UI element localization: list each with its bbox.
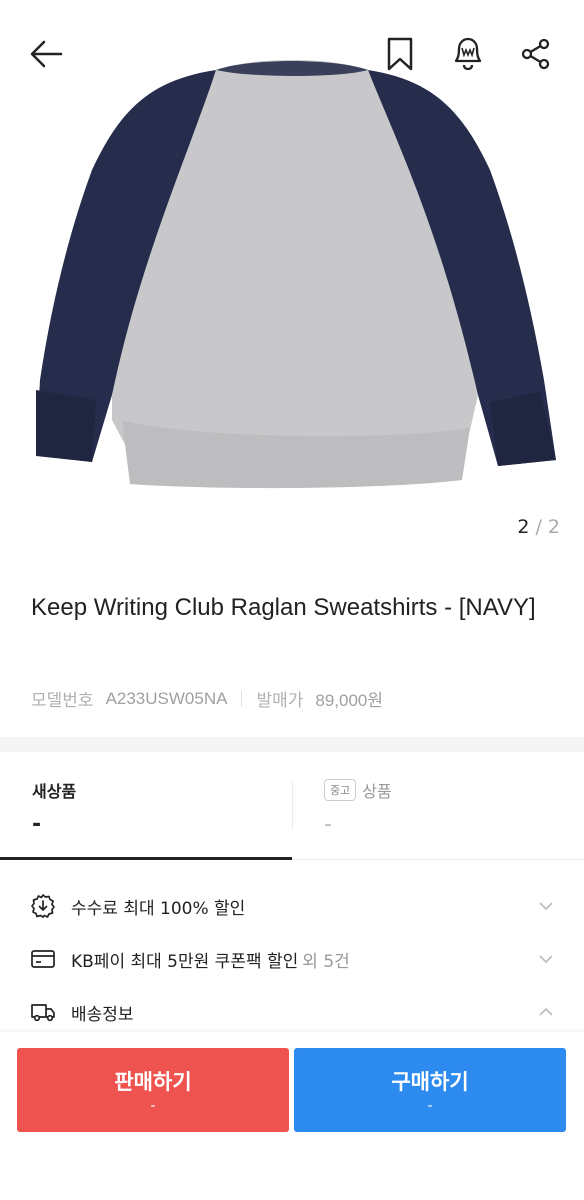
info-row-kbpay[interactable]: KB페이 최대 5만원 쿠폰팩 할인 외 5건 bbox=[0, 933, 584, 985]
tab-used-product[interactable]: 중고 상품 - bbox=[292, 752, 584, 860]
info-row-text: 수수료 최대 100% 할인 bbox=[71, 894, 245, 919]
release-price-value: 89,000원 bbox=[315, 691, 384, 710]
release-price-label: 발매가 bbox=[256, 691, 304, 710]
price-alert-bell-icon[interactable] bbox=[448, 34, 488, 74]
sell-button[interactable]: 판매하기 - bbox=[17, 1048, 289, 1132]
image-current: 2 bbox=[517, 516, 530, 538]
tab-used-price: - bbox=[324, 812, 332, 837]
share-icon[interactable] bbox=[516, 34, 556, 74]
chevron-down-icon bbox=[539, 902, 553, 911]
chevron-up-icon bbox=[539, 1007, 553, 1016]
bookmark-icon[interactable] bbox=[380, 34, 420, 74]
info-row-text: KB페이 최대 5만원 쿠폰팩 할인 외 5건 bbox=[71, 947, 350, 972]
model-number-value: A233USW05NA bbox=[105, 688, 228, 708]
tab-new-price: - bbox=[32, 812, 42, 837]
sell-button-price: - bbox=[150, 1098, 156, 1114]
fee-discount-text: 수수료 최대 100% 할인 bbox=[71, 898, 246, 919]
active-tab-indicator bbox=[0, 857, 292, 860]
back-arrow-icon[interactable] bbox=[26, 34, 66, 74]
tab-used-label-group: 중고 상품 bbox=[324, 778, 392, 802]
image-total: 2 bbox=[547, 516, 560, 538]
tab-used-label: 상품 bbox=[362, 782, 392, 801]
discount-icon bbox=[30, 893, 56, 919]
buy-button[interactable]: 구매하기 - bbox=[294, 1048, 566, 1132]
section-gap bbox=[0, 737, 584, 752]
sell-button-label: 판매하기 bbox=[114, 1070, 192, 1094]
meta-divider bbox=[241, 690, 243, 707]
image-page-indicator: 2 / 2 bbox=[517, 516, 560, 538]
truck-icon bbox=[30, 999, 56, 1025]
model-number-label: 모델번호 bbox=[31, 691, 94, 710]
kbpay-text: KB페이 최대 5만원 쿠폰팩 할인 bbox=[71, 951, 299, 972]
condition-tabs: 새상품 - 중고 상품 - bbox=[0, 752, 584, 860]
product-meta: 모델번호 A233USW05NA 발매가 89,000원 bbox=[31, 686, 383, 711]
info-row-delivery[interactable]: 배송정보 bbox=[0, 986, 584, 1038]
tab-new-label: 새상품 bbox=[32, 782, 77, 801]
kbpay-more-count: 외 5건 bbox=[302, 951, 350, 972]
info-row-fee-discount[interactable]: 수수료 최대 100% 할인 bbox=[0, 880, 584, 932]
delivery-text: 배송정보 bbox=[71, 1004, 134, 1025]
info-row-text: 배송정보 bbox=[71, 1000, 134, 1025]
used-badge: 중고 bbox=[324, 779, 357, 801]
buy-button-price: - bbox=[427, 1098, 433, 1114]
card-icon bbox=[30, 946, 56, 972]
tab-new-product[interactable]: 새상품 - bbox=[0, 752, 292, 860]
buy-button-label: 구매하기 bbox=[391, 1070, 469, 1094]
top-navigation-bar bbox=[0, 0, 584, 110]
chevron-down-icon bbox=[539, 955, 553, 964]
bottom-action-bar: 판매하기 - 구매하기 - bbox=[0, 1032, 584, 1200]
image-separator: / bbox=[535, 516, 542, 538]
product-title: Keep Writing Club Raglan Sweatshirts - [… bbox=[31, 594, 536, 621]
